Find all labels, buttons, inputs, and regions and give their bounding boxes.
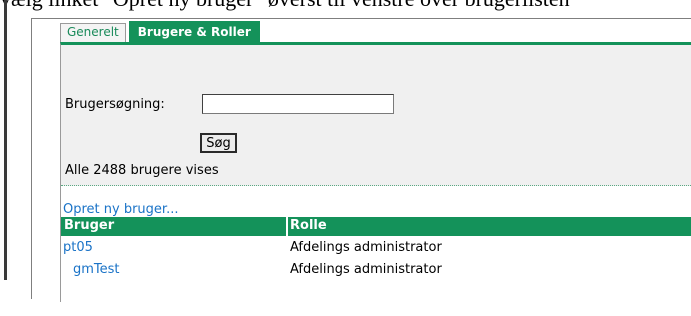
tab-brugere-roller[interactable]: Brugere & Roller bbox=[128, 21, 260, 42]
role-cell: Afdelings administrator bbox=[290, 240, 442, 255]
tab-panel: Brugersøgning: Søg Alle 2488 brugere vis… bbox=[60, 42, 691, 316]
user-count-text: Alle 2488 brugere vises bbox=[65, 163, 219, 178]
search-section: Brugersøgning: Søg bbox=[61, 45, 691, 161]
table-row: gmTest Afdelings administrator bbox=[61, 259, 691, 281]
tab-generelt[interactable]: Generelt bbox=[60, 23, 126, 42]
user-link[interactable]: gmTest bbox=[73, 262, 120, 277]
role-cell: Afdelings administrator bbox=[290, 262, 442, 277]
table-header: Bruger Rolle bbox=[61, 217, 691, 236]
user-link[interactable]: pt05 bbox=[63, 240, 93, 255]
app-frame: Generelt Brugere & Roller Brugersøgning:… bbox=[31, 18, 691, 316]
search-input[interactable] bbox=[202, 94, 394, 114]
tab-bar: Generelt Brugere & Roller bbox=[60, 21, 260, 42]
table-row: pt05 Afdelings administrator bbox=[61, 237, 691, 259]
column-header-role[interactable]: Rolle bbox=[290, 218, 327, 233]
left-border bbox=[4, 0, 7, 280]
search-button[interactable]: Søg bbox=[200, 133, 237, 153]
column-divider bbox=[286, 217, 288, 236]
create-user-link[interactable]: Opret ny bruger... bbox=[63, 202, 178, 217]
column-header-user[interactable]: Bruger bbox=[64, 218, 114, 233]
search-label: Brugersøgning: bbox=[65, 97, 165, 112]
document-text: vælg linket "Opret ny bruger" øverst til… bbox=[0, 0, 691, 12]
user-list-section: Opret ny bruger... Bruger Rolle pt05 Afd… bbox=[61, 186, 691, 316]
